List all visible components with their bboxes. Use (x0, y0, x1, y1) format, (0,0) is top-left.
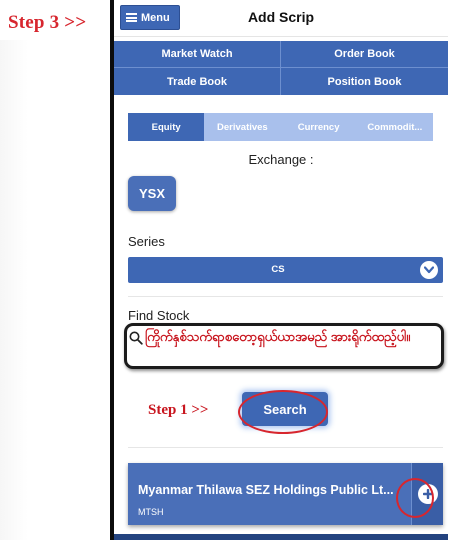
step1-annotation: Step 1 >> (148, 402, 209, 418)
page-edge-shadow (0, 40, 28, 540)
book-navigation: Market Watch Order Book Trade Book Posit… (114, 41, 448, 95)
tab-derivatives[interactable]: Derivatives (204, 113, 281, 141)
divider (128, 447, 443, 448)
nav-position-book[interactable]: Position Book (281, 68, 448, 95)
segment-tabs: Equity Derivatives Currency Commodit... (128, 113, 433, 141)
top-bar: Menu Add Scrip (114, 0, 448, 37)
exchange-label: Exchange : (248, 152, 314, 167)
plus-icon (417, 484, 438, 504)
exchange-ysx-button[interactable]: YSX (128, 176, 176, 211)
series-selected-value: CS (271, 264, 285, 275)
divider (128, 296, 443, 297)
stock-result-card[interactable]: Myanmar Thilawa SEZ Holdings Public Lt..… (128, 463, 443, 525)
app-screen: Menu Add Scrip Market Watch Order Book T… (110, 0, 448, 540)
search-button[interactable]: Search (242, 392, 328, 426)
tab-commodity[interactable]: Commodit... (356, 113, 433, 141)
stock-search-input[interactable]: ကြိုက်နှစ်သက်ရာစတော့ရှယ်ယာအမည် အားရိုက်ထ… (124, 323, 444, 369)
stock-name: Myanmar Thilawa SEZ Holdings Public Lt..… (138, 483, 394, 497)
bottom-strip (114, 534, 448, 540)
nav-order-book[interactable]: Order Book (281, 41, 448, 68)
series-select[interactable]: CS (128, 257, 443, 283)
step3-annotation: Step 3 >> (8, 12, 87, 33)
nav-trade-book[interactable]: Trade Book (114, 68, 281, 95)
nav-market-watch[interactable]: Market Watch (114, 41, 281, 68)
search-icon (129, 331, 143, 345)
hamburger-icon (126, 13, 137, 22)
add-scrip-button[interactable] (411, 463, 443, 525)
search-placeholder-text: ကြိုက်နှစ်သက်ရာစတော့ရှယ်ယာအမည် အားရိုက်ထ… (145, 329, 411, 344)
chevron-down-icon (420, 261, 438, 279)
menu-button[interactable]: Menu (120, 5, 180, 30)
tab-currency[interactable]: Currency (280, 113, 357, 141)
menu-button-label: Menu (141, 11, 170, 24)
find-stock-label: Find Stock (128, 308, 190, 323)
series-label: Series (128, 234, 165, 249)
stock-code: MTSH (138, 507, 164, 517)
tab-equity[interactable]: Equity (128, 113, 205, 141)
